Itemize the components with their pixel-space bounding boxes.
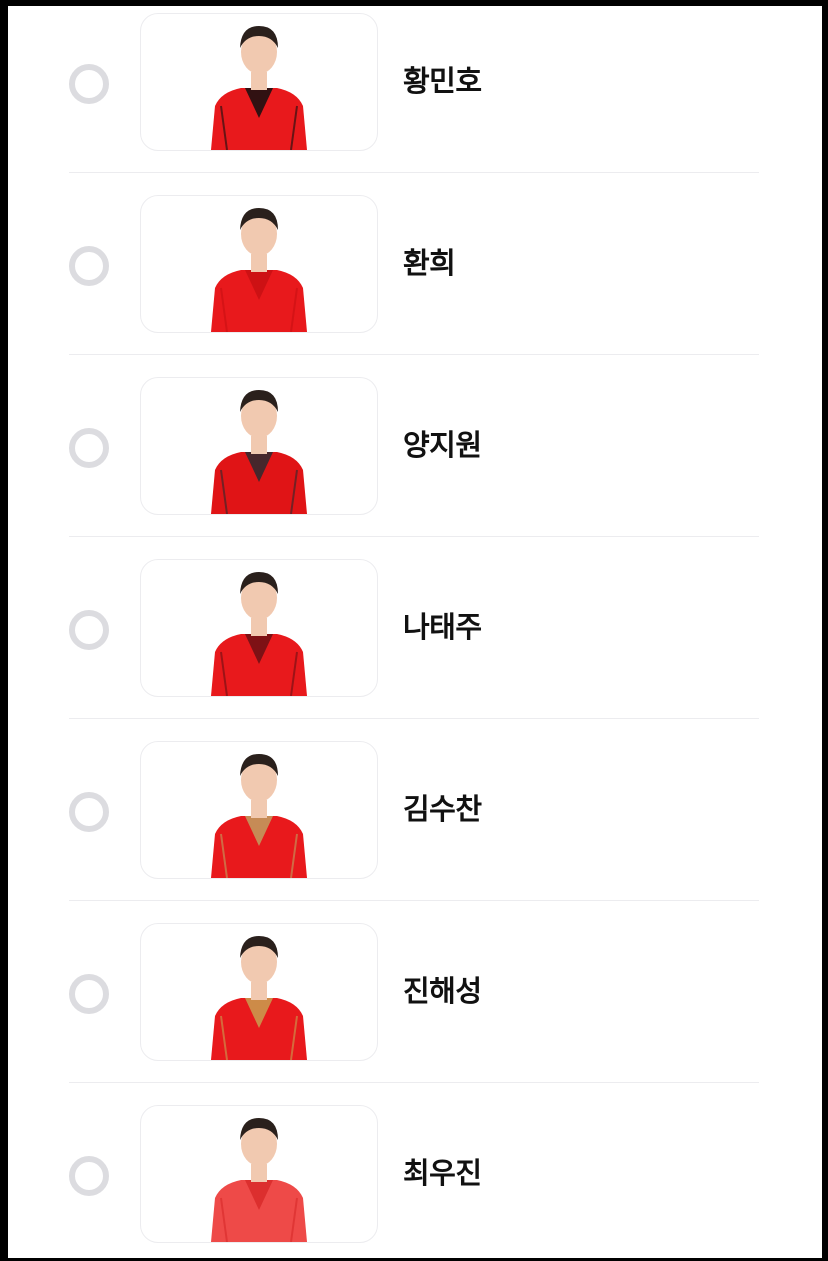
candidate-photo[interactable] xyxy=(140,195,378,333)
portrait-illustration xyxy=(211,26,307,150)
candidate-list: 황민호 환희 양지원 나태주 김수찬 진해성 최우진 xyxy=(8,6,822,1258)
screen: 황민호 환희 양지원 나태주 김수찬 진해성 최우진 xyxy=(0,0,828,1261)
row-divider xyxy=(69,172,759,173)
candidate-name: 최우진 xyxy=(403,1156,482,1190)
candidate-photo[interactable] xyxy=(140,377,378,515)
candidate-photo[interactable] xyxy=(140,13,378,151)
candidate-row[interactable]: 김수찬 xyxy=(8,734,822,916)
candidate-name: 양지원 xyxy=(403,428,482,462)
candidate-row[interactable]: 환희 xyxy=(8,188,822,370)
select-radio-button[interactable] xyxy=(69,64,109,104)
candidate-row[interactable]: 진해성 xyxy=(8,916,822,1098)
candidate-photo[interactable] xyxy=(140,741,378,879)
select-radio-button[interactable] xyxy=(69,610,109,650)
portrait-illustration xyxy=(211,572,307,696)
candidate-name: 환희 xyxy=(403,246,456,280)
candidate-photo[interactable] xyxy=(140,923,378,1061)
select-radio-button[interactable] xyxy=(69,792,109,832)
portrait-illustration xyxy=(211,1118,307,1242)
candidate-photo[interactable] xyxy=(140,1105,378,1243)
select-radio-button[interactable] xyxy=(69,1156,109,1196)
select-radio-button[interactable] xyxy=(69,974,109,1014)
candidate-row[interactable]: 황민호 xyxy=(8,6,822,188)
select-radio-button[interactable] xyxy=(69,246,109,286)
portrait-illustration xyxy=(211,754,307,878)
candidate-name: 나태주 xyxy=(403,610,482,644)
portrait-illustration xyxy=(211,936,307,1060)
candidate-name: 김수찬 xyxy=(403,792,482,826)
select-radio-button[interactable] xyxy=(69,428,109,468)
candidate-row[interactable]: 최우진 xyxy=(8,1098,822,1258)
row-divider xyxy=(69,536,759,537)
portrait-illustration xyxy=(211,208,307,332)
candidate-name: 황민호 xyxy=(403,64,482,98)
row-divider xyxy=(69,1082,759,1083)
candidate-name: 진해성 xyxy=(403,974,482,1008)
candidate-photo[interactable] xyxy=(140,559,378,697)
candidate-row[interactable]: 양지원 xyxy=(8,370,822,552)
candidate-row[interactable]: 나태주 xyxy=(8,552,822,734)
row-divider xyxy=(69,354,759,355)
row-divider xyxy=(69,900,759,901)
row-divider xyxy=(69,718,759,719)
portrait-illustration xyxy=(211,390,307,514)
